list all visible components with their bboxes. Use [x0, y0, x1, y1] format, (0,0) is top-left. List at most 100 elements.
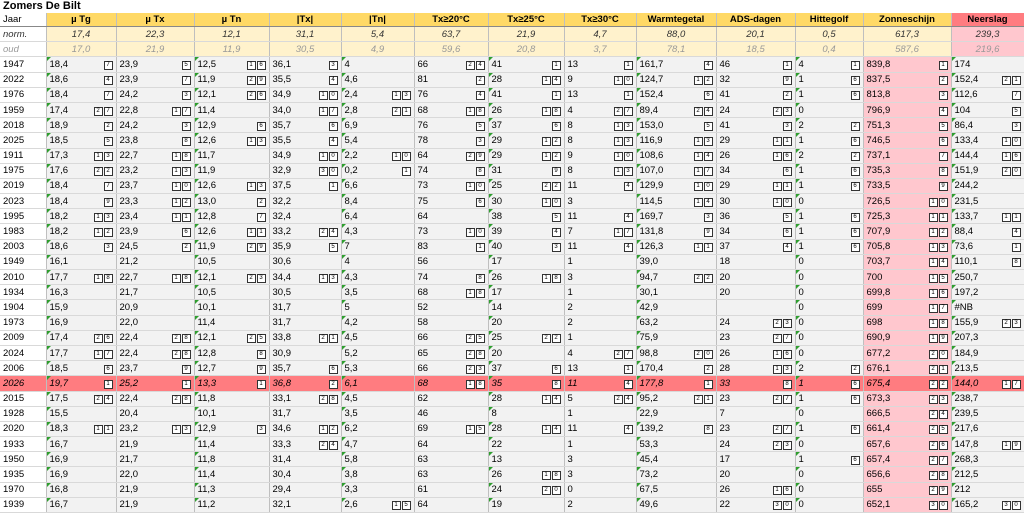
data-cell[interactable]: 11,9 2 9: [194, 239, 270, 255]
data-cell[interactable]: 18,5 5: [46, 132, 117, 149]
data-cell[interactable]: 813: [564, 117, 637, 134]
data-cell[interactable]: 29,4: [269, 482, 342, 498]
data-cell[interactable]: 4: [341, 254, 415, 271]
data-cell[interactable]: 839,8 1: [863, 56, 952, 73]
column-header[interactable]: |Tx|: [269, 13, 342, 27]
column-header[interactable]: Jaar: [0, 13, 47, 27]
data-cell[interactable]: 184,9: [951, 345, 1024, 362]
year-cell[interactable]: 2019: [0, 178, 47, 195]
data-cell[interactable]: 31,7: [269, 315, 342, 331]
data-cell[interactable]: 177,8 1: [636, 375, 717, 392]
data-cell[interactable]: 174: [951, 56, 1024, 73]
data-cell[interactable]: 35,7 6: [269, 117, 342, 134]
data-cell[interactable]: 18,4 9: [46, 193, 117, 210]
year-cell[interactable]: 1975: [0, 163, 47, 179]
data-cell[interactable]: 18,4 7: [46, 56, 117, 73]
data-cell[interactable]: 107,0 1 7: [636, 163, 717, 179]
year-cell[interactable]: 2010: [0, 269, 47, 286]
data-cell[interactable]: 30 1 0: [488, 193, 565, 210]
data-cell[interactable]: 32,1: [269, 497, 342, 513]
data-cell[interactable]: 910: [564, 72, 637, 88]
data-cell[interactable]: 16: [795, 375, 864, 392]
norm-cell[interactable]: 17,4: [46, 26, 117, 43]
data-cell[interactable]: 20: [488, 345, 565, 362]
data-cell[interactable]: 46 1: [716, 56, 796, 73]
norm-cell[interactable]: 0,5: [795, 26, 864, 43]
data-cell[interactable]: 12,1 2 5: [194, 330, 270, 346]
data-cell[interactable]: 26 1 8: [488, 102, 565, 119]
data-cell[interactable]: 18,4 7: [46, 178, 117, 195]
data-cell[interactable]: 231,5: [951, 193, 1024, 210]
data-cell[interactable]: 11,8: [194, 391, 270, 407]
data-cell[interactable]: 675,4 2 2: [863, 375, 952, 392]
data-cell[interactable]: 30,9: [269, 345, 342, 362]
column-header[interactable]: Tx≥25°C: [488, 13, 565, 27]
year-cell[interactable]: 2025: [0, 132, 47, 149]
data-cell[interactable]: 24 2 3: [716, 315, 796, 331]
data-cell[interactable]: 1: [564, 406, 637, 422]
data-cell[interactable]: 89,4 2 4: [636, 102, 717, 119]
data-cell[interactable]: 62: [414, 391, 489, 407]
year-cell[interactable]: 2022: [0, 72, 47, 88]
data-cell[interactable]: 66 2 3: [414, 360, 489, 377]
data-cell[interactable]: 21,9: [116, 436, 195, 453]
data-cell[interactable]: 30,6: [269, 254, 342, 271]
data-cell[interactable]: 22: [795, 117, 864, 134]
column-header[interactable]: µ Tn: [194, 13, 270, 27]
oud-cell[interactable]: 30,5: [269, 41, 342, 58]
data-cell[interactable]: 676,1 2 1: [863, 360, 952, 377]
year-cell[interactable]: 1949: [0, 254, 47, 271]
data-cell[interactable]: 1: [564, 254, 637, 271]
data-cell[interactable]: 40 3: [488, 239, 565, 255]
data-cell[interactable]: 12,9 3: [194, 421, 270, 438]
data-cell[interactable]: 8,4: [341, 193, 415, 210]
year-cell[interactable]: 1935: [0, 466, 47, 483]
data-cell[interactable]: 910: [564, 148, 637, 164]
data-cell[interactable]: 25,2 1: [116, 375, 195, 392]
data-cell[interactable]: 153,0 5: [636, 117, 717, 134]
data-cell[interactable]: 4,7: [341, 436, 415, 453]
data-cell[interactable]: 33,8 2 1: [269, 330, 342, 346]
data-cell[interactable]: 20,9: [116, 299, 195, 316]
data-cell[interactable]: 22: [795, 360, 864, 377]
data-cell[interactable]: 23,9 5: [116, 56, 195, 73]
data-cell[interactable]: 16: [795, 391, 864, 407]
data-cell[interactable]: 169,7 3: [636, 208, 717, 225]
data-cell[interactable]: 37 4: [716, 239, 796, 255]
data-cell[interactable]: 39,0: [636, 254, 717, 271]
data-cell[interactable]: 0: [795, 102, 864, 119]
data-cell[interactable]: 17: [488, 254, 565, 271]
data-cell[interactable]: 16: [795, 132, 864, 149]
data-cell[interactable]: 5,3: [341, 360, 415, 377]
data-cell[interactable]: 17: [716, 451, 796, 468]
year-cell[interactable]: 1970: [0, 482, 47, 498]
data-cell[interactable]: 3,3: [341, 482, 415, 498]
data-cell[interactable]: 4,3: [341, 223, 415, 240]
data-cell[interactable]: 67,5: [636, 482, 717, 498]
data-cell[interactable]: 12,6 1 3: [194, 178, 270, 195]
data-cell[interactable]: 427: [564, 102, 637, 119]
data-cell[interactable]: 837,5 2: [863, 72, 952, 88]
norm-cell[interactable]: 88,0: [636, 26, 717, 43]
data-cell[interactable]: 16,7: [46, 497, 117, 513]
data-cell[interactable]: 20,4: [116, 406, 195, 422]
data-cell[interactable]: 52: [414, 299, 489, 316]
data-cell[interactable]: 68 1 8: [414, 284, 489, 301]
data-cell[interactable]: 18,6 4: [46, 72, 117, 88]
data-cell[interactable]: 16: [795, 163, 864, 179]
data-cell[interactable]: 0: [795, 497, 864, 513]
year-cell[interactable]: 1983: [0, 223, 47, 240]
data-cell[interactable]: 735,3 8: [863, 163, 952, 179]
data-cell[interactable]: 64: [414, 208, 489, 225]
year-cell[interactable]: 2018: [0, 117, 47, 134]
data-cell[interactable]: 22,4 2 8: [116, 330, 195, 346]
data-cell[interactable]: 16: [795, 451, 864, 468]
data-cell[interactable]: 0: [795, 482, 864, 498]
data-cell[interactable]: 37 6: [488, 117, 565, 134]
data-cell[interactable]: 30 1 0: [716, 193, 796, 210]
data-cell[interactable]: 108,6 1 4: [636, 148, 717, 164]
data-cell[interactable]: 42,9: [636, 299, 717, 316]
data-cell[interactable]: 25 2 2: [488, 178, 565, 195]
data-cell[interactable]: 11,2: [194, 497, 270, 513]
data-cell[interactable]: 2: [564, 497, 637, 513]
